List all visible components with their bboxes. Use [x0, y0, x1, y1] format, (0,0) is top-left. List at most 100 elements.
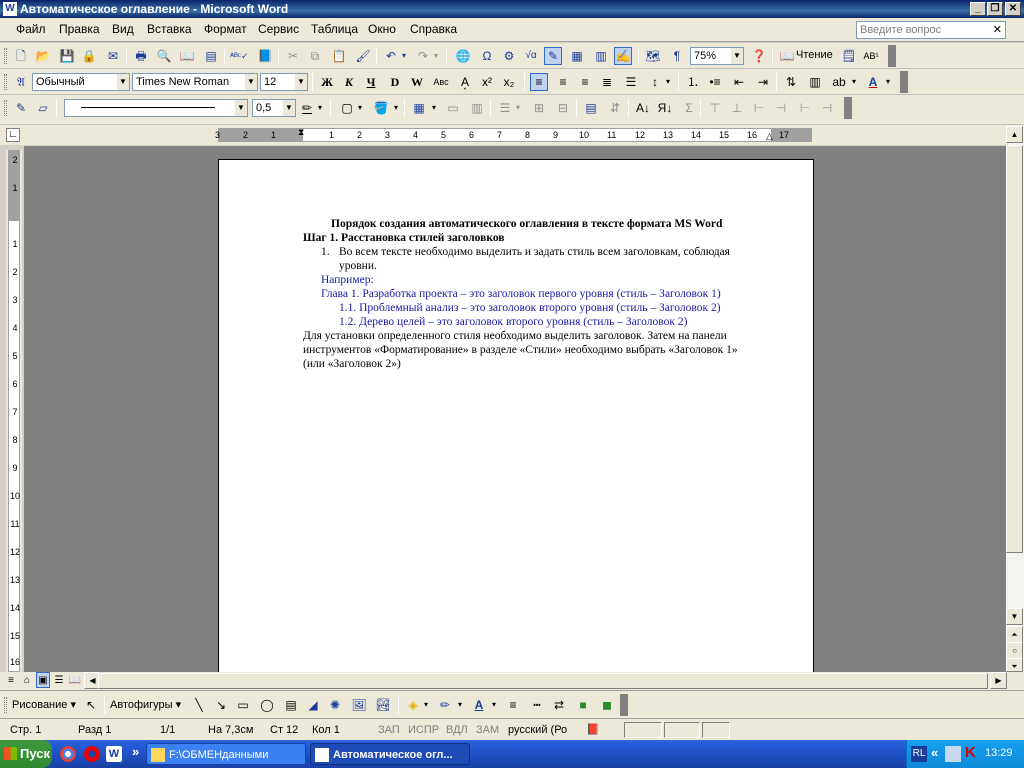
decrease-indent-icon[interactable]: ⇤ — [730, 73, 748, 91]
border-color-icon[interactable]: ✏ — [298, 99, 316, 117]
delete-rows-icon[interactable]: ⊣ — [772, 99, 790, 117]
insert-table-icon[interactable]: ▦ — [410, 99, 428, 117]
drawing-menu[interactable]: Рисование ▾ — [12, 698, 76, 711]
paste-icon[interactable]: 📋 — [330, 47, 348, 65]
reading-view-icon[interactable]: 📖 — [68, 672, 82, 688]
insert-cells-icon[interactable]: ⊢ — [750, 99, 768, 117]
undo-icon[interactable]: ↶ — [382, 47, 400, 65]
print-layout-icon[interactable]: ▣ — [36, 672, 50, 688]
toolbar-grip[interactable] — [4, 48, 7, 64]
normal-view-icon[interactable]: ≡ — [4, 672, 18, 688]
toolbar-options-icon[interactable] — [844, 97, 852, 119]
select-objects-icon[interactable]: ↖ — [82, 696, 100, 714]
step-heading[interactable]: Шаг 1. Расстановка стилей заголовков — [303, 231, 505, 245]
diagram-icon[interactable]: ✺ — [326, 696, 344, 714]
line-color-icon[interactable]: ✏ — [436, 696, 454, 714]
chevron-down-icon[interactable]: ▾ — [316, 99, 324, 117]
status-extend[interactable]: ВДЛ — [446, 722, 468, 738]
equation-icon[interactable]: √α — [522, 47, 540, 65]
undo-dropdown-icon[interactable]: ▾ — [400, 47, 408, 65]
highlight-icon[interactable]: ab — [830, 73, 848, 91]
list-item-text[interactable]: уровни. — [339, 259, 377, 273]
dash-style-icon[interactable]: ┅ — [528, 696, 546, 714]
outline-view-icon[interactable]: ☰ — [52, 672, 66, 688]
line-icon[interactable]: ╲ — [190, 696, 208, 714]
split-cells-icon[interactable]: ▥ — [468, 99, 486, 117]
font-size-combo[interactable]: 12 ▼ — [260, 73, 308, 91]
bold-icon[interactable]: Ж — [318, 73, 336, 91]
styles-pane-icon[interactable]: 𝔄 — [12, 73, 30, 91]
chevron-down-icon[interactable]: ▾ — [884, 73, 892, 91]
hyperlink-icon[interactable]: 🌐 — [454, 47, 472, 65]
autosum-icon[interactable]: Σ — [680, 99, 698, 117]
chevron-down-icon[interactable]: ▾ — [850, 73, 858, 91]
example-label[interactable]: Например: — [321, 273, 374, 287]
status-language[interactable]: русский (Ро — [508, 722, 567, 738]
task-word[interactable]: Автоматическое огл... — [310, 743, 470, 765]
fax-icon[interactable]: ▤ — [202, 47, 220, 65]
select-browse-object-icon[interactable]: ○ — [1006, 642, 1023, 659]
scroll-down-icon[interactable]: ▼ — [1006, 608, 1023, 625]
vertical-ruler[interactable]: 2 1 1 2 3 4 5 6 7 8 9 10 11 12 13 14 15 … — [6, 150, 22, 672]
toolbar-options-icon[interactable] — [620, 694, 628, 716]
right-indent-marker-icon[interactable]: △ — [766, 131, 773, 142]
opera-icon[interactable] — [84, 746, 100, 762]
rectangle-icon[interactable]: ▭ — [234, 696, 252, 714]
chevron-down-icon[interactable]: ▼ — [117, 74, 129, 90]
body-paragraph[interactable]: Для установки определенного стиля необхо… — [303, 329, 727, 343]
cut-icon[interactable]: ✂ — [284, 47, 302, 65]
distributed-icon[interactable]: ☰ — [622, 73, 640, 91]
clip-art-icon[interactable]: 🖼 — [350, 696, 368, 714]
delete-columns-icon[interactable]: ⊢ — [796, 99, 814, 117]
menu-help[interactable]: Справка — [410, 22, 457, 36]
text-direction-icon[interactable]: ⇅ — [782, 73, 800, 91]
menu-file[interactable]: Файл — [16, 22, 46, 36]
menu-view[interactable]: Вид — [112, 22, 134, 36]
chevron-down-icon[interactable]: ▾ — [430, 99, 438, 117]
document-page[interactable]: Порядок создания автоматического оглавле… — [218, 159, 814, 672]
print-preview-icon[interactable]: 🔍 — [155, 47, 173, 65]
line-style-icon[interactable]: ≡ — [504, 696, 522, 714]
chevron-down-icon[interactable]: ▾ — [422, 696, 430, 714]
distribute-rows-icon[interactable]: ⊞ — [530, 99, 548, 117]
indent-marker-icon[interactable]: ⧗ — [298, 127, 304, 138]
drawing-icon[interactable]: ✍ — [614, 47, 632, 65]
previous-page-icon[interactable]: ⏶ — [1006, 626, 1023, 643]
justify-icon[interactable]: ≣ — [598, 73, 616, 91]
font-combo[interactable]: Times New Roman ▼ — [132, 73, 258, 91]
tab-selector-icon[interactable]: ∟ — [6, 128, 20, 142]
clock[interactable]: 13:29 — [985, 747, 1013, 759]
notes-icon[interactable]: 🗒 — [840, 47, 858, 65]
chevron-down-icon[interactable]: ▾ — [456, 696, 464, 714]
research-book-icon[interactable]: 📘 — [256, 47, 274, 65]
show-hide-icon[interactable]: ¶ — [668, 47, 686, 65]
heading-1-example[interactable]: Глава 1. Разработка проекта – это заголо… — [321, 287, 721, 301]
tables-borders-icon[interactable]: ✎ — [544, 47, 562, 65]
insert-object-icon[interactable]: ⚙ — [500, 47, 518, 65]
line-weight-combo[interactable]: 0,5 ▼ — [252, 99, 296, 117]
scroll-up-icon[interactable]: ▲ — [1006, 126, 1023, 143]
align-right-icon[interactable]: ≡ — [576, 73, 594, 91]
chevron-down-icon[interactable]: ▾ — [392, 99, 400, 117]
sort-descending-icon[interactable]: Я↓ — [656, 99, 674, 117]
help-icon[interactable]: ❓ — [750, 47, 768, 65]
chevron-right-icon[interactable]: » — [132, 744, 139, 759]
horizontal-scroll-thumb[interactable] — [98, 673, 988, 689]
scroll-right-icon[interactable]: ▶ — [990, 672, 1007, 689]
change-case-icon[interactable]: A͙ — [456, 73, 474, 91]
autoshapes-menu[interactable]: Автофигуры ▾ — [110, 698, 181, 711]
body-paragraph[interactable]: (или «Заголовок 2») — [303, 357, 401, 371]
email-icon[interactable]: ✉ — [104, 47, 122, 65]
format-painter-icon[interactable]: 🖌 — [354, 47, 372, 65]
menu-insert[interactable]: Вставка — [147, 22, 192, 36]
word-app-icon[interactable]: W — [3, 2, 17, 16]
web-layout-icon[interactable]: ⌂ — [20, 672, 34, 688]
menu-tools[interactable]: Сервис — [258, 22, 299, 36]
close-button[interactable]: ✕ — [1005, 2, 1021, 16]
symbol-icon[interactable]: Ω — [478, 47, 496, 65]
subscript-icon[interactable]: x₂ — [500, 73, 518, 91]
borders-icon[interactable]: ▥ — [806, 73, 824, 91]
spelling-icon[interactable]: ᴬᴮᶜ✓ — [230, 47, 249, 65]
small-caps-icon[interactable]: Авс — [432, 73, 450, 91]
save-icon[interactable]: 💾 — [58, 47, 76, 65]
